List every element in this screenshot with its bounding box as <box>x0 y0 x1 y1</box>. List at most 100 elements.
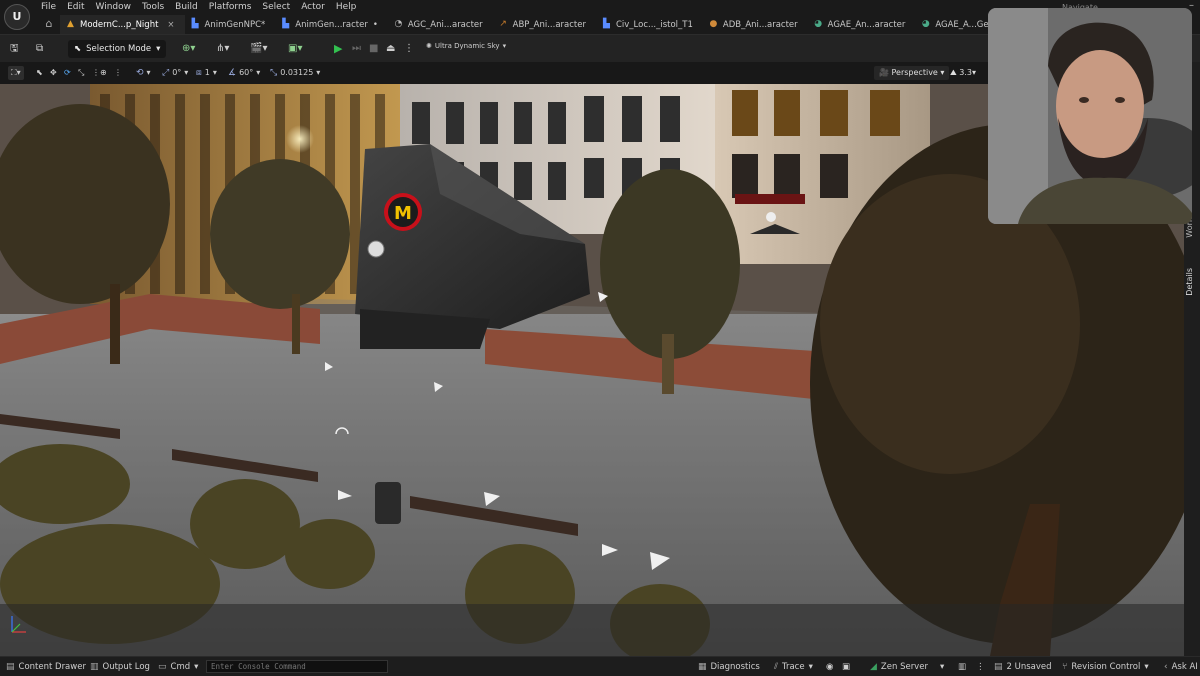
source-control-icon[interactable]: ▥ <box>958 660 966 674</box>
rotation-snap-button[interactable]: ⤢ 0° ▾ <box>162 66 188 80</box>
menu-actor[interactable]: Actor <box>298 0 333 14</box>
cursor-icon: ⬉ <box>74 44 82 54</box>
menu-select[interactable]: Select <box>259 0 298 14</box>
unsaved-button[interactable]: ▤ 2 Unsaved <box>994 660 1052 674</box>
menu-help[interactable]: Help <box>333 0 365 14</box>
fov-value: 60° <box>239 68 254 77</box>
tab-adb-character[interactable]: ● ADB_Ani...aracter <box>703 15 808 34</box>
grid-count-button[interactable]: ⧈ 1 ▾ <box>196 66 217 80</box>
unsaved-label: 2 Unsaved <box>1006 662 1052 672</box>
tab-civ-loc[interactable]: ▙ Civ_Loc..._istol_T1 <box>596 15 703 34</box>
tab-level[interactable]: ▲ ModernC...p_Night × <box>60 15 185 34</box>
add-actor-icon[interactable]: ⊕▾ <box>182 41 195 57</box>
eject-icon[interactable]: ⏏ <box>386 41 395 57</box>
anim-bp-icon: ↗ <box>499 19 507 29</box>
menu-build[interactable]: Build <box>172 0 206 14</box>
zen-server-dropdown[interactable]: ◢ Zen Server ▾ <box>870 660 944 674</box>
revision-control-dropdown[interactable]: ⑂ Revision Control ▾ <box>1062 660 1149 674</box>
cinematics-icon[interactable]: 🎬▾ <box>250 41 267 57</box>
menu-tools[interactable]: Tools <box>139 0 172 14</box>
blueprint-menu-icon[interactable]: ⋔▾ <box>216 41 229 57</box>
tab-abp-character[interactable]: ↗ ABP_Ani...aracter <box>493 15 596 34</box>
selection-mode-label: Selection Mode <box>86 44 152 54</box>
revision-control-label: Revision Control <box>1071 662 1141 672</box>
tab-animgen-character[interactable]: ▙ AnimGen...racter • <box>275 15 388 34</box>
browse-icon[interactable]: ⧉ <box>36 41 43 57</box>
details-tab[interactable]: Details <box>1185 268 1194 296</box>
tab-label: AGC_Ani...aracter <box>407 19 483 30</box>
separator-icon: ⋮ <box>976 662 985 672</box>
tab-label: AnimGen...racter <box>295 19 368 30</box>
blueprint-icon: ▙ <box>191 19 199 29</box>
camera-speed-button[interactable]: ⤡ 0.03125 ▾ <box>270 66 320 80</box>
more-icon[interactable]: ⋮ <box>114 66 122 80</box>
chevron-down-icon: ▾ <box>194 662 199 672</box>
console-command-input[interactable] <box>206 660 388 673</box>
ultra-dynamic-sky-dropdown[interactable]: ✺ Ultra Dynamic Sky ▾ <box>426 42 506 50</box>
save-icon[interactable]: 🖫 <box>10 41 19 57</box>
scale-tool-icon[interactable]: ⤡ <box>78 66 84 80</box>
record-icon[interactable]: ◉ <box>826 660 833 674</box>
tab-agae-character[interactable]: ◕ AGAE_An...aracter <box>808 15 916 34</box>
scalability-dropdown[interactable]: ⛰ 3.3▾ <box>950 66 976 80</box>
rotation-snap-value: 0° <box>172 68 182 77</box>
window-controls: – <box>1189 0 1194 11</box>
diagnostics-icon: ▦ <box>698 662 707 672</box>
chevron-down-icon: ▾ <box>939 662 945 672</box>
screenshot-icon[interactable]: ▣ <box>842 660 850 674</box>
tab-animgennpc[interactable]: ▙ AnimGenNPC* <box>185 15 276 34</box>
chevron-left-icon: ‹ <box>1164 662 1168 672</box>
rotate-icon[interactable]: ⟳ <box>64 66 71 80</box>
translate-icon[interactable]: ✥ <box>50 66 57 80</box>
level-icon: ▲ <box>67 19 74 29</box>
view-mode-dropdown[interactable]: 🎥 Perspective ▾ <box>874 66 950 80</box>
world-local-icon[interactable]: ⊕ <box>100 66 107 80</box>
ultra-dynamic-sky-label: Ultra Dynamic Sky <box>434 42 500 50</box>
snap-icon: ⟲ <box>136 68 144 78</box>
tab-agc-character[interactable]: ◔ AGC_Ani...aracter <box>388 15 493 34</box>
fov-button[interactable]: ∡ 60° ▾ <box>228 66 260 80</box>
diagnostics-button[interactable]: ▦ Diagnostics <box>698 660 760 674</box>
scalability-icon: ⛰ <box>950 68 957 77</box>
content-drawer-label: Content Drawer <box>18 662 86 672</box>
tab-label: ModernC...p_Night <box>80 19 159 30</box>
trace-label: Trace <box>782 662 805 672</box>
ask-ai-button[interactable]: ‹ Ask AI <box>1164 660 1198 674</box>
gizmo-sphere[interactable] <box>367 240 385 258</box>
zen-server-icon: ◢ <box>870 662 877 672</box>
cmd-dropdown[interactable]: ▭ Cmd ▾ <box>158 660 198 674</box>
gizmo-sphere[interactable] <box>766 212 776 222</box>
chevron-down-icon: ▾ <box>808 662 813 672</box>
folder-icon: ▤ <box>6 662 15 672</box>
output-log-button[interactable]: ▥ Output Log <box>90 660 150 674</box>
menu-file[interactable]: File <box>38 0 64 14</box>
menu-platforms[interactable]: Platforms <box>206 0 260 14</box>
more-options-icon[interactable]: ⋮ <box>404 41 414 57</box>
tab-label: AnimGenNPC* <box>204 19 266 30</box>
blueprint-icon: ▙ <box>282 19 290 29</box>
scale-snap-icon: ⤡ <box>270 68 278 78</box>
select-tool-icon[interactable]: ⬉ <box>36 66 43 80</box>
status-bar: ▤ Content Drawer ▥ Output Log ▭ Cmd ▾ ▦ … <box>0 656 1200 676</box>
selection-mode-dropdown[interactable]: ⬉ Selection Mode ▾ <box>68 40 167 58</box>
home-icon[interactable]: ⌂ <box>38 15 60 34</box>
snap-settings-button[interactable]: ⟲ ▾ <box>136 66 151 80</box>
step-icon[interactable]: ⏭ <box>352 41 361 57</box>
close-icon[interactable]: × <box>167 20 174 30</box>
trace-dropdown[interactable]: ⫽ Trace ▾ <box>774 660 813 674</box>
surface-snap-icon[interactable]: ⋮ <box>92 66 100 80</box>
menu-edit[interactable]: Edit <box>64 0 92 14</box>
cmd-label: Cmd <box>170 662 191 672</box>
chevron-down-icon: ▾ <box>156 44 161 54</box>
platforms-icon[interactable]: ▣▾ <box>288 41 302 57</box>
stop-icon[interactable]: ■ <box>369 41 378 57</box>
content-drawer-button[interactable]: ▤ Content Drawer <box>6 660 86 674</box>
chevron-down-icon: ▾ <box>1144 662 1149 672</box>
viewport-options-icon[interactable]: ⛶▾ <box>8 66 24 80</box>
anim-icon: ◔ <box>394 19 403 29</box>
minimize-icon[interactable]: – <box>1189 0 1194 11</box>
revision-control-icon: ⑂ <box>1062 662 1068 672</box>
unreal-logo-icon[interactable]: U <box>4 4 30 30</box>
play-icon[interactable]: ▶ <box>334 41 342 57</box>
menu-window[interactable]: Window <box>93 0 140 14</box>
